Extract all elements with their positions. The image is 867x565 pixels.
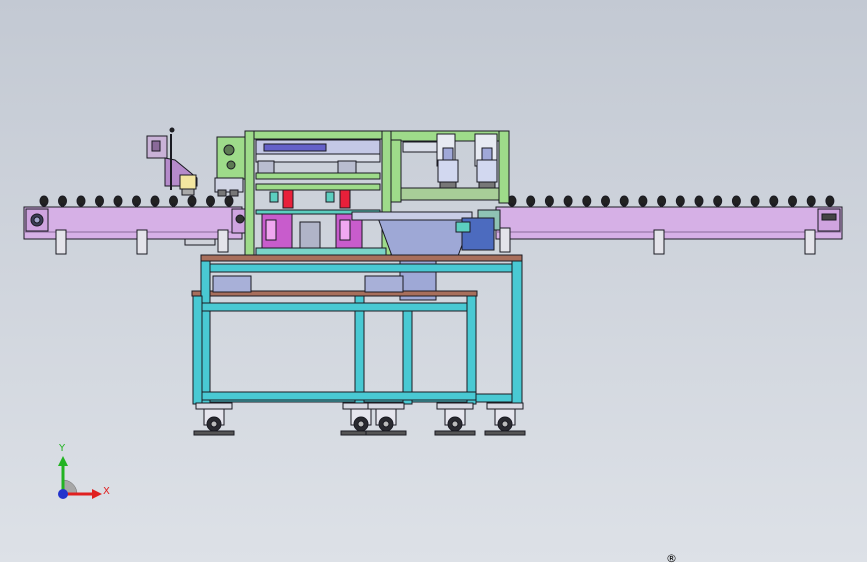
central-frame[interactable]: [244, 130, 392, 256]
conveyor-right[interactable]: [477, 206, 843, 255]
assembly-model-view[interactable]: [0, 0, 867, 562]
y-axis-label: Y: [59, 443, 66, 454]
caster-wheel: [365, 402, 407, 436]
conveyor-left[interactable]: [23, 206, 247, 255]
gantry-left[interactable]: [214, 136, 248, 197]
registered-mark-icon: ®: [666, 552, 677, 565]
gantry-right[interactable]: [390, 130, 510, 204]
coordinate-triad: Y X: [50, 442, 114, 506]
left-pick-module[interactable]: [146, 127, 198, 196]
table-tops: [191, 254, 523, 297]
caster-wheel: [434, 402, 476, 436]
caster-wheels: [193, 402, 526, 436]
x-axis-label: X: [103, 486, 110, 497]
graphics-viewport[interactable]: Y X ®: [0, 0, 867, 565]
caster-wheel: [484, 402, 526, 436]
caster-wheel: [193, 402, 235, 436]
